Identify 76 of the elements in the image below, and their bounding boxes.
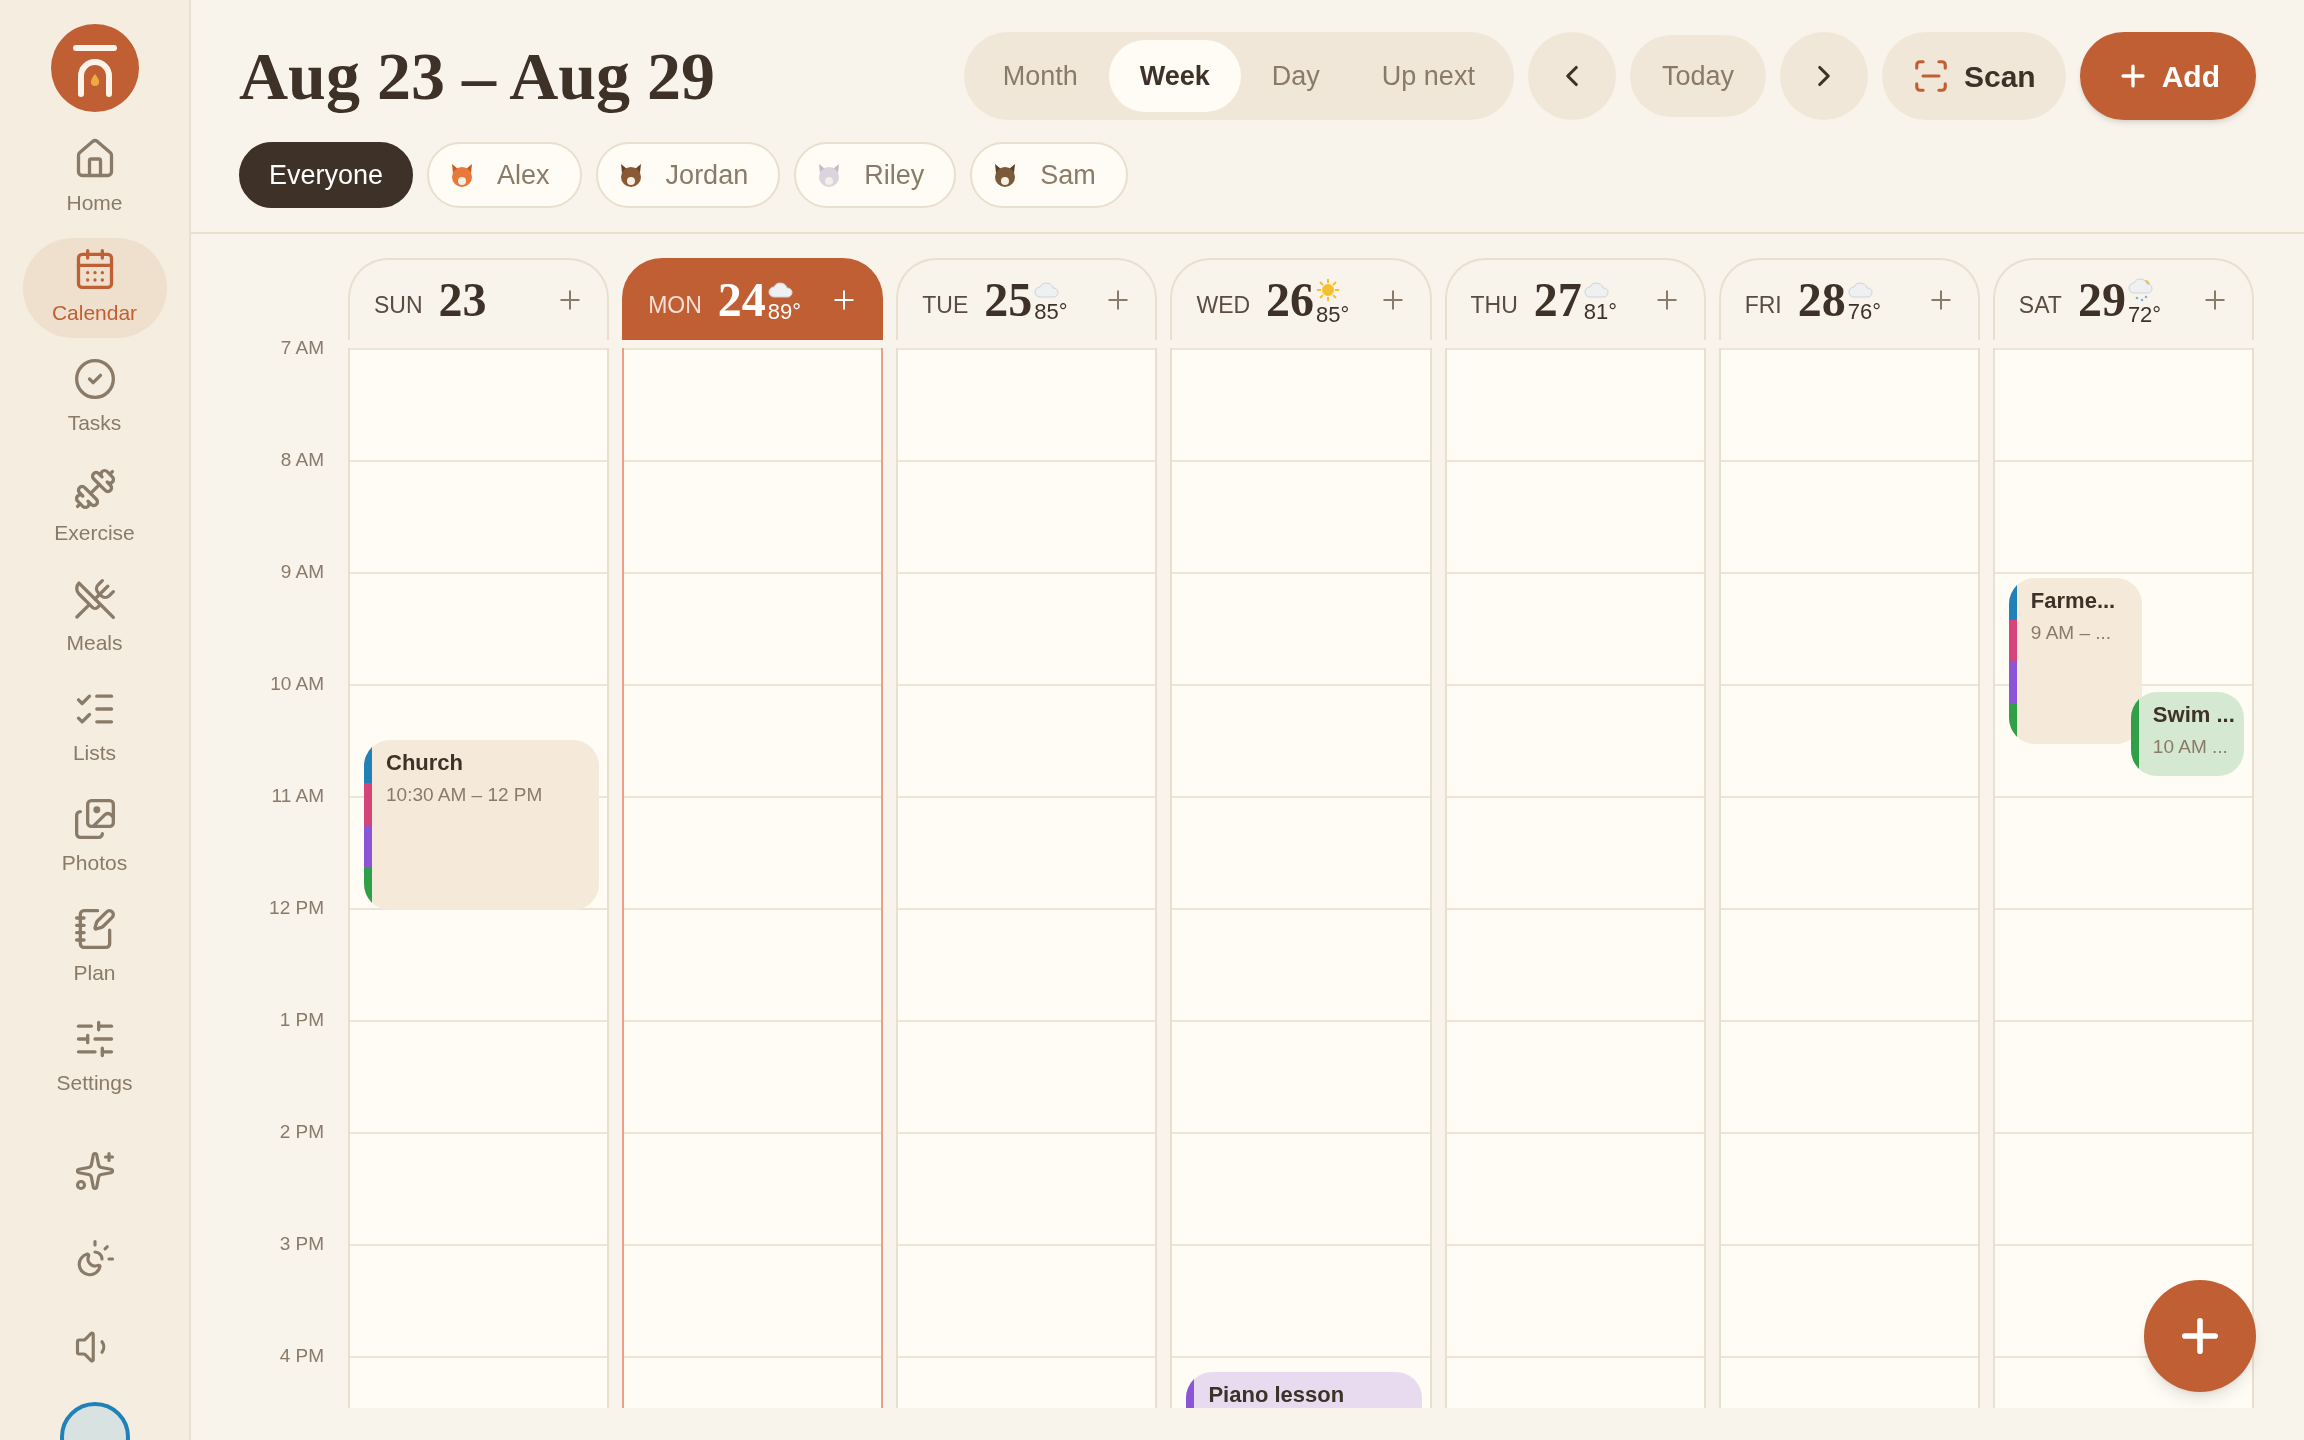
cloud-icon bbox=[1847, 281, 1874, 299]
person-filter-chip[interactable]: Sam bbox=[970, 142, 1128, 208]
event-title: Farme... bbox=[2030, 587, 2116, 615]
temperature-label: 81° bbox=[1583, 301, 1618, 323]
event-title: Swim ... bbox=[2152, 701, 2235, 729]
weekday-label: SUN bbox=[374, 290, 423, 320]
weekday-label: TUE bbox=[922, 290, 969, 320]
time-label: 3 PM bbox=[279, 1231, 324, 1256]
weekday-label: FRI bbox=[1744, 290, 1782, 320]
today-button[interactable]: Today bbox=[1629, 35, 1766, 117]
date-number: 29 bbox=[2077, 276, 2126, 324]
weekday-label: THU bbox=[1470, 290, 1518, 320]
temperature-label: 85° bbox=[1034, 301, 1068, 323]
event-title: Church bbox=[386, 749, 464, 777]
view-tab[interactable]: Week bbox=[1108, 40, 1241, 112]
nav-item[interactable]: Tasks bbox=[22, 348, 167, 448]
date-number: 23 bbox=[438, 276, 487, 324]
nav-item[interactable]: Home bbox=[22, 128, 167, 228]
photos-icon bbox=[72, 797, 117, 842]
temperature-label: 85° bbox=[1316, 304, 1350, 326]
nav-item[interactable]: Settings bbox=[22, 1008, 167, 1108]
cloud-icon bbox=[1583, 281, 1610, 299]
event-time: 10:30 AM – 12 PM bbox=[386, 783, 543, 807]
temperature-label: 89° bbox=[767, 301, 802, 323]
date-number: 28 bbox=[1797, 276, 1846, 324]
time-label: 12 PM bbox=[269, 895, 324, 920]
time-label: 1 PM bbox=[279, 1007, 324, 1032]
person-filter-chip[interactable]: Jordan bbox=[595, 142, 781, 208]
person-filter-chip[interactable]: Riley bbox=[794, 142, 957, 208]
snow-cloud-icon bbox=[2127, 278, 2154, 302]
nav-item[interactable]: Photos bbox=[22, 788, 167, 888]
event-time: 9 AM – ... bbox=[2030, 621, 2113, 645]
event-card[interactable]: Church 10:30 AM – 12 PM bbox=[364, 740, 600, 910]
event-time: 10 AM ... bbox=[2152, 735, 2229, 759]
event-title: Piano lesson bbox=[1208, 1381, 1345, 1408]
time-label: 9 AM bbox=[280, 559, 324, 584]
sparkles-button[interactable] bbox=[73, 1150, 116, 1192]
utensils-icon bbox=[72, 577, 117, 622]
date-number: 24 bbox=[717, 276, 766, 324]
weekday-label: WED bbox=[1196, 290, 1251, 320]
view-tab[interactable]: Month bbox=[971, 40, 1109, 112]
nav-item[interactable]: Calendar bbox=[22, 238, 167, 338]
sparkles-icon bbox=[73, 1150, 116, 1192]
date-number: 26 bbox=[1266, 276, 1315, 324]
time-label: 10 AM bbox=[270, 671, 324, 696]
date-number: 27 bbox=[1533, 276, 1582, 324]
event-card[interactable]: Farme... 9 AM – ... bbox=[2008, 578, 2142, 744]
event-card[interactable]: Swim ... 10 AM ... bbox=[2130, 692, 2244, 776]
nav-item[interactable]: Meals bbox=[22, 568, 167, 668]
time-label: 11 AM bbox=[271, 783, 324, 808]
nav-item[interactable]: Plan bbox=[22, 898, 167, 998]
weekday-label: SAT bbox=[2018, 290, 2062, 320]
cloud-icon bbox=[767, 281, 794, 299]
date-number: 25 bbox=[984, 276, 1033, 324]
nav-item[interactable]: Exercise bbox=[22, 458, 167, 558]
logo-icon[interactable] bbox=[50, 24, 139, 112]
event-card[interactable]: Piano lesson bbox=[1186, 1372, 1422, 1408]
weekday-label: MON bbox=[648, 290, 702, 320]
temperature-label: 76° bbox=[1847, 301, 1882, 323]
temperature-label: 72° bbox=[2127, 304, 2162, 326]
add-button[interactable]: Add bbox=[2079, 32, 2256, 120]
sun-icon bbox=[1316, 278, 1341, 302]
notebook-icon bbox=[72, 907, 117, 952]
person-filter-chip[interactable]: Everyone bbox=[239, 142, 414, 208]
scan-button[interactable]: Scan bbox=[1881, 32, 2066, 120]
dumbbell-icon bbox=[72, 467, 117, 512]
view-tab[interactable]: Up next bbox=[1350, 40, 1506, 112]
person-filter-chip[interactable]: Alex bbox=[427, 142, 582, 208]
cloud-icon bbox=[1034, 281, 1061, 299]
view-tab[interactable]: Day bbox=[1240, 40, 1351, 112]
time-label: 7 AM bbox=[280, 335, 324, 360]
check-circle-icon bbox=[72, 357, 117, 402]
nav-item[interactable]: Lists bbox=[22, 678, 167, 778]
time-label: 2 PM bbox=[279, 1119, 324, 1144]
time-label: 8 AM bbox=[280, 447, 324, 472]
time-label: 4 PM bbox=[279, 1343, 324, 1368]
